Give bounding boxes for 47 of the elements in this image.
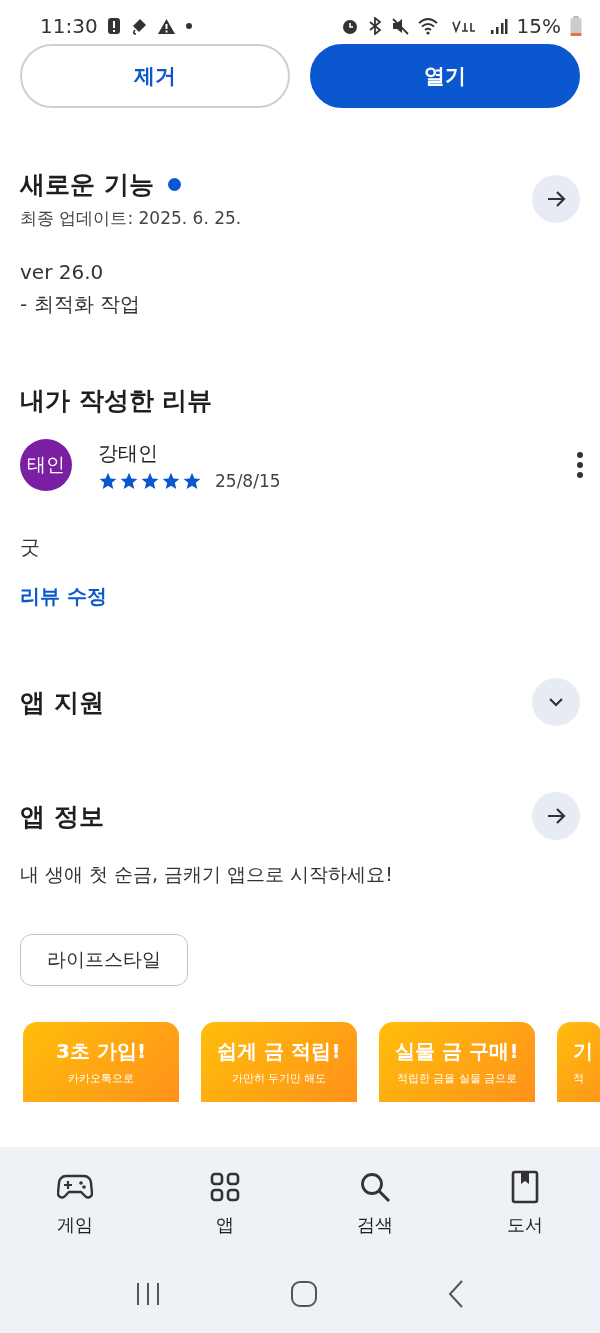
category-chip[interactable]: 라이프스타일 bbox=[20, 934, 188, 986]
nav-tab[interactable]: 게임 bbox=[0, 1169, 150, 1237]
signal-icon bbox=[489, 17, 508, 35]
mute-icon bbox=[390, 17, 409, 35]
recent-apps-icon[interactable] bbox=[134, 1282, 162, 1306]
section-title: 앱 지원 bbox=[20, 686, 104, 719]
search-icon bbox=[359, 1171, 391, 1203]
review-date: 25/8/15 bbox=[215, 470, 281, 491]
section-title: 내가 작성한 리뷰 bbox=[20, 385, 213, 417]
edit-review-link[interactable]: 리뷰 수정 bbox=[20, 584, 107, 608]
arrow-button[interactable] bbox=[532, 792, 580, 840]
review-text: 굿 bbox=[20, 534, 41, 561]
alert-icon bbox=[106, 17, 121, 35]
screenshot-headline: 3초 가입! bbox=[56, 1038, 146, 1065]
screenshot-headline: 실물 금 구매! bbox=[395, 1038, 519, 1065]
screenshot-caption: 가만히 두기만 해도 bbox=[231, 1071, 327, 1086]
nav-tab[interactable]: 앱 bbox=[150, 1169, 300, 1237]
home-icon[interactable] bbox=[290, 1280, 318, 1308]
warning-icon bbox=[156, 17, 176, 35]
status-time: 11:30 bbox=[40, 14, 98, 38]
update-date: 최종 업데이트: 2025. 6. 25. bbox=[20, 207, 242, 230]
battery-icon bbox=[570, 16, 582, 36]
reviewer-name: 강태인 bbox=[98, 439, 159, 467]
screenshot-caption: 적 bbox=[573, 1071, 584, 1086]
section-title: 새로운 기능 bbox=[20, 169, 154, 201]
open-button[interactable]: 열기 bbox=[310, 44, 580, 108]
battery-percent: 15% bbox=[516, 14, 561, 38]
dot-icon bbox=[184, 22, 193, 30]
back-icon[interactable] bbox=[446, 1280, 466, 1308]
screenshot-caption: 카카오톡으로 bbox=[68, 1071, 134, 1086]
nav-tab[interactable]: 도서 bbox=[450, 1169, 600, 1237]
avatar: 태인 bbox=[20, 439, 72, 491]
uninstall-button[interactable]: 제거 bbox=[20, 44, 290, 108]
nav-tab[interactable]: 검색 bbox=[300, 1169, 450, 1237]
gamepad-icon bbox=[57, 1173, 93, 1201]
release-note: ver 26.0 bbox=[20, 259, 105, 286]
apps-grid-icon bbox=[210, 1172, 240, 1202]
bluetooth-icon bbox=[367, 17, 382, 35]
screenshot-caption: 적립한 금을 실물 금으로 bbox=[396, 1071, 518, 1086]
section-title: 앱 정보 bbox=[20, 800, 104, 833]
screenshot-headline: 쉽게 금 적립! bbox=[217, 1038, 341, 1065]
book-icon bbox=[511, 1170, 539, 1204]
release-note: - 최적화 작업 bbox=[20, 291, 141, 318]
arrow-button[interactable] bbox=[532, 175, 580, 223]
app-description: 내 생애 첫 순금, 금캐기 앱으로 시작하세요! bbox=[20, 862, 394, 887]
screenshot-headline: 기 bbox=[573, 1038, 593, 1065]
alarm-icon bbox=[340, 17, 359, 35]
